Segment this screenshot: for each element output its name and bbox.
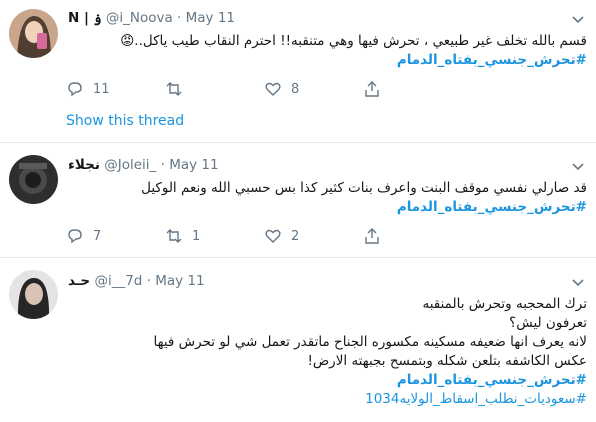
- tweet-text: قسم بالله تخلف غير طبيعي ، تحرش فيها وهي…: [67, 32, 587, 70]
- display-name[interactable]: نجلاء: [68, 157, 100, 173]
- reply-count: 7: [93, 228, 102, 244]
- chevron-down-icon[interactable]: [569, 157, 587, 175]
- hashtag[interactable]: #تحرش_جنسي_بفتاه_الدمام: [67, 198, 587, 217]
- text-line: عكس الكاشفه بتلعن شكله وبتمسح بجبهته الا…: [307, 353, 587, 369]
- tweet-header: N | ۏ @i_Noova · May 11: [68, 10, 235, 26]
- text-line: تعرفون ليش؟: [509, 315, 587, 331]
- reply-icon: [68, 82, 82, 97]
- handle[interactable]: @i_Noova: [106, 10, 173, 26]
- avatar[interactable]: [9, 270, 58, 319]
- tweet-text: ترك المحجبه وتحرش بالمنقبه تعرفون ليش؟ ل…: [67, 295, 587, 409]
- retweet-icon: [166, 82, 182, 96]
- retweet-count: 1: [192, 228, 201, 244]
- avatar[interactable]: [9, 9, 58, 58]
- date[interactable]: May 11: [186, 10, 235, 26]
- share-icon: [365, 81, 379, 97]
- separator: ·: [146, 273, 151, 289]
- hashtag[interactable]: #سعوديات_نطلب_اسقاط_الولايه1034: [67, 390, 587, 409]
- share-icon: [365, 228, 379, 244]
- reply-button[interactable]: 11: [66, 79, 110, 99]
- action-bar: 11 8: [66, 79, 566, 99]
- share-button[interactable]: [363, 226, 381, 246]
- like-count: 2: [291, 228, 300, 244]
- avatar[interactable]: [9, 155, 58, 204]
- handle[interactable]: @i__7d: [94, 273, 142, 289]
- hashtag[interactable]: #تحرش_جنسي_بفتاه_الدمام: [67, 51, 587, 70]
- tweet-2[interactable]: نجلاء @Joleii_ · May 11 قد صارلي نفسي مو…: [0, 143, 596, 257]
- separator: ·: [177, 10, 182, 26]
- hashtag[interactable]: #تحرش_جنسي_بفتاه_الدمام: [67, 371, 587, 390]
- date[interactable]: May 11: [169, 157, 218, 173]
- tweet-1[interactable]: N | ۏ @i_Noova · May 11 قسم بالله تخلف غ…: [0, 0, 596, 142]
- text-line: قد صارلي نفسي موقف البنت واعرف بنات كثير…: [141, 180, 587, 196]
- tweet-text: قد صارلي نفسي موقف البنت واعرف بنات كثير…: [67, 179, 587, 217]
- text-line: لانه يعرف انها ضعيفه مسكينه مكسوره الجنا…: [153, 334, 587, 350]
- handle[interactable]: @Joleii_: [104, 157, 156, 173]
- tweet-header: حـد @i__7d · May 11: [68, 273, 205, 289]
- like-count: 8: [291, 81, 300, 97]
- date[interactable]: May 11: [155, 273, 204, 289]
- like-icon: [265, 82, 281, 96]
- display-name[interactable]: N | ۏ: [68, 10, 102, 26]
- tweet-header: نجلاء @Joleii_ · May 11: [68, 157, 219, 173]
- show-thread-link[interactable]: Show this thread: [66, 113, 184, 129]
- action-bar: 7 1 2: [66, 226, 566, 246]
- share-button[interactable]: [363, 79, 381, 99]
- text-line: ترك المحجبه وتحرش بالمنقبه: [422, 296, 587, 312]
- chevron-down-icon[interactable]: [569, 273, 587, 291]
- retweet-button[interactable]: 1: [165, 226, 200, 246]
- retweet-button[interactable]: [165, 79, 192, 99]
- retweet-icon: [166, 229, 182, 243]
- like-button[interactable]: 2: [264, 226, 299, 246]
- reply-button[interactable]: 7: [66, 226, 101, 246]
- reply-icon: [68, 229, 82, 244]
- chevron-down-icon[interactable]: [569, 10, 587, 28]
- separator: ·: [160, 157, 165, 173]
- angry-face-emoji: 😡: [120, 33, 135, 49]
- tweet-3[interactable]: حـد @i__7d · May 11 ترك المحجبه وتحرش با…: [0, 258, 596, 422]
- like-icon: [265, 229, 281, 243]
- text-line: قسم بالله تخلف غير طبيعي ، تحرش فيها وهي…: [120, 33, 587, 49]
- like-button[interactable]: 8: [264, 79, 299, 99]
- display-name[interactable]: حـد: [68, 273, 90, 289]
- reply-count: 11: [93, 81, 110, 97]
